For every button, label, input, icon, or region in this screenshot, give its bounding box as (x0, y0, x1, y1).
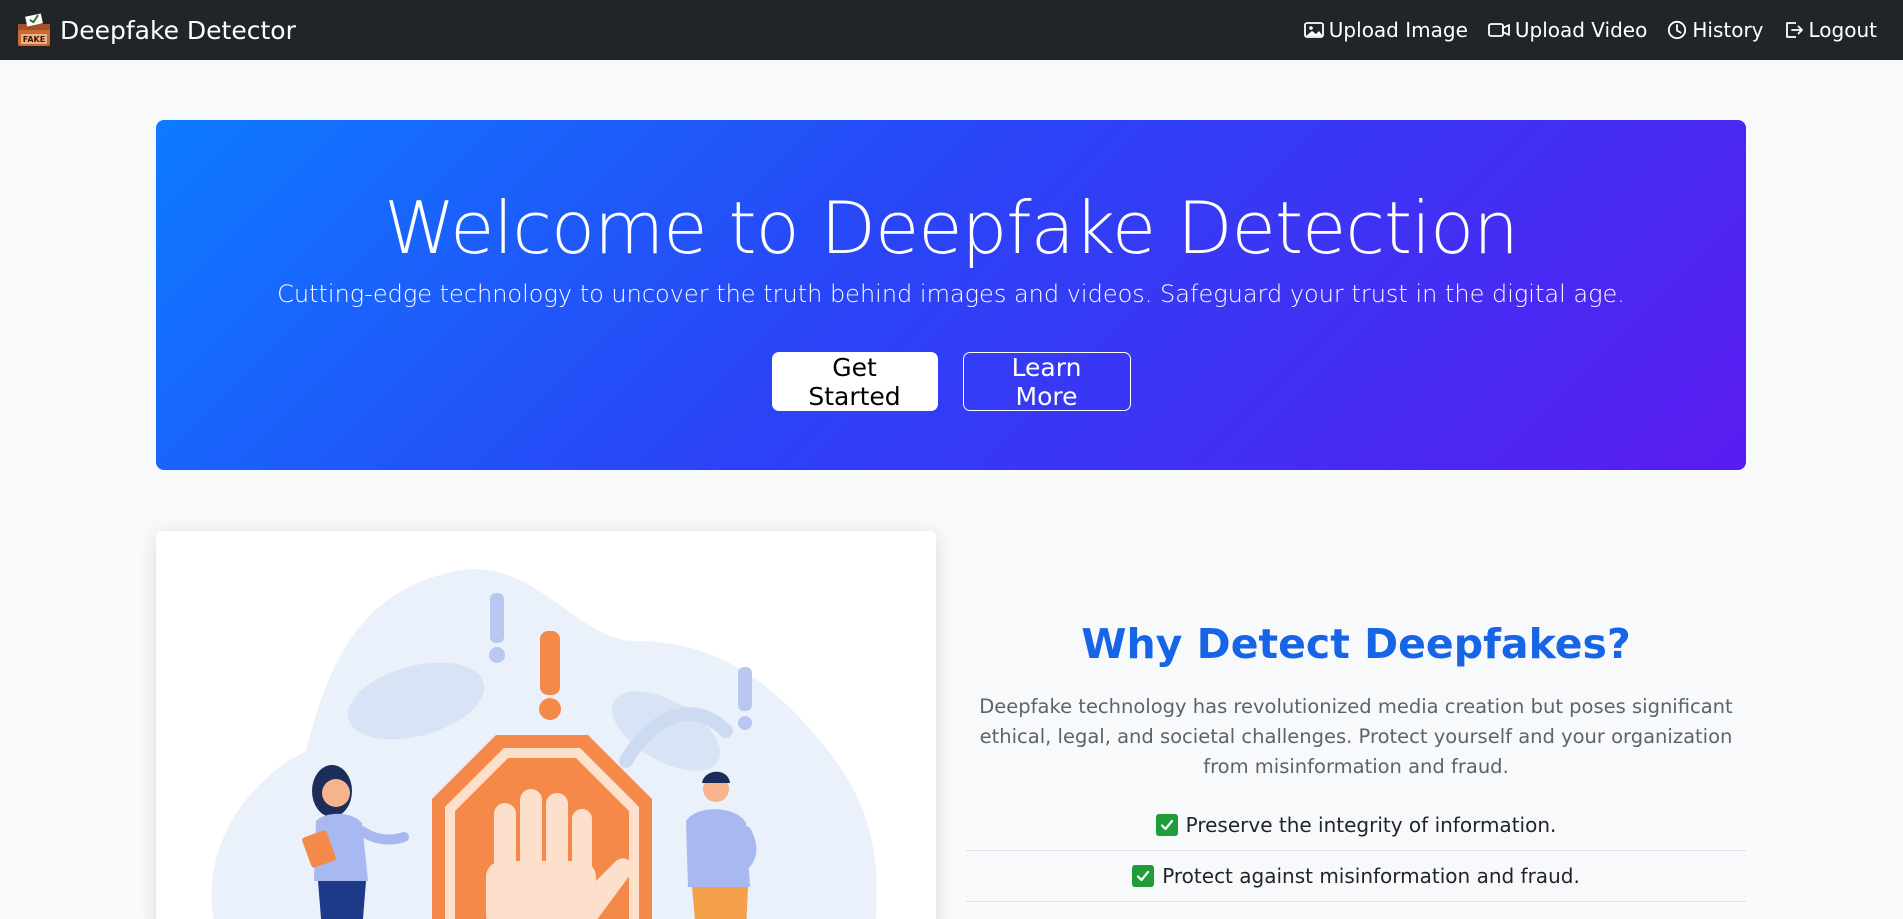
nav-history-label: History (1692, 18, 1764, 42)
why-title: Why Detect Deepfakes? (1081, 620, 1631, 668)
nav-links: Upload Image Upload Video History Logout (1303, 18, 1877, 42)
clock-icon (1668, 20, 1687, 40)
hero-banner: Welcome to Deepfake Detection Cutting-ed… (156, 120, 1746, 470)
hero-buttons: Get Started Learn More (156, 352, 1746, 411)
why-point-text: Protect against misinformation and fraud… (1162, 864, 1580, 888)
nav-logout[interactable]: Logout (1784, 18, 1877, 42)
navbar: FAKE Deepfake Detector Upload Image Uplo… (0, 0, 1903, 60)
get-started-button[interactable]: Get Started (771, 352, 938, 411)
why-list: Preserve the integrity of information. P… (966, 800, 1746, 902)
why-section: Why Detect Deepfakes? Deepfake technolog… (966, 620, 1746, 902)
check-icon (1155, 814, 1178, 836)
image-icon (1303, 22, 1324, 38)
nav-upload-video-label: Upload Video (1514, 18, 1648, 42)
illustration-card (156, 531, 936, 919)
why-point-text: Preserve the integrity of information. (1185, 813, 1557, 837)
brand-title: Deepfake Detector (60, 15, 296, 45)
hero-title: Welcome to Deepfake Detection (384, 186, 1519, 270)
nav-logout-label: Logout (1808, 18, 1877, 42)
nav-upload-video[interactable]: Upload Video (1487, 18, 1648, 42)
learn-more-button[interactable]: Learn More (962, 352, 1131, 411)
nav-upload-image-label: Upload Image (1328, 18, 1468, 42)
why-description: Deepfake technology has revolutionized m… (979, 695, 1733, 778)
video-icon (1487, 23, 1510, 37)
brand-link[interactable]: FAKE Deepfake Detector (16, 12, 296, 48)
list-item: Protect against misinformation and fraud… (966, 851, 1746, 902)
fake-logo-icon: FAKE (18, 13, 50, 46)
list-item: Preserve the integrity of information. (966, 800, 1746, 851)
nav-upload-image[interactable]: Upload Image (1303, 18, 1468, 42)
hero-subtitle: Cutting-edge technology to uncover the t… (277, 280, 1625, 308)
logout-icon (1785, 22, 1803, 38)
stop-deepfake-illustration (211, 569, 877, 919)
logo-text: FAKE (23, 35, 45, 44)
nav-history[interactable]: History (1667, 18, 1764, 42)
check-icon (1132, 865, 1155, 887)
